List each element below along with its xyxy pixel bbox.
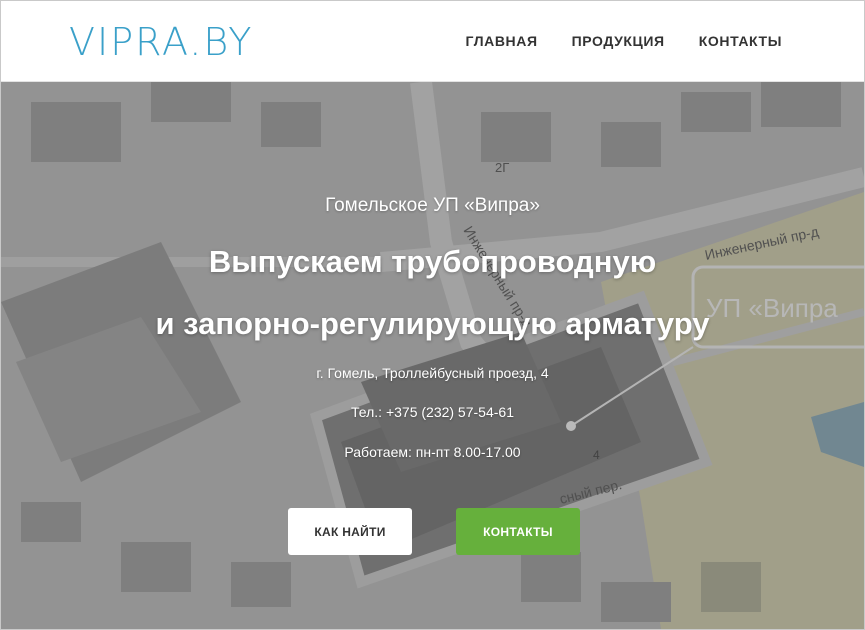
hero-hours: Работаем: пн-пт 8.00-17.00 [344,444,521,460]
hero-address: г. Гомель, Троллейбусный проезд, 4 [316,365,549,381]
browser-frame: VIPRA.BY ГЛАВНАЯ ПРОДУКЦИЯ КОНТАКТЫ Инже… [0,0,865,630]
main-nav: ГЛАВНАЯ ПРОДУКЦИЯ КОНТАКТЫ [466,33,782,49]
hero-headline-line1: Выпускаем трубопроводную [208,244,657,279]
hero-phone: Тел.: +375 (232) 57-54-61 [351,404,514,420]
hero-subtitle: Гомельское УП «Випра» [325,195,540,216]
contacts-button[interactable]: КОНТАКТЫ [456,508,580,555]
nav-products-link[interactable]: ПРОДУКЦИЯ [572,33,665,49]
site-logo[interactable]: VIPRA.BY [69,20,253,64]
hero-headline-line2: и запорно-регулирующую арматуру [155,306,710,341]
nav-contacts-link[interactable]: КОНТАКТЫ [699,33,782,49]
how-to-find-button[interactable]: КАК НАЙТИ [288,508,412,555]
hero-section: Гомельское УП «Випра» Выпускаем трубопро… [1,82,864,629]
site-header: VIPRA.BY ГЛАВНАЯ ПРОДУКЦИЯ КОНТАКТЫ [1,1,864,82]
nav-home-link[interactable]: ГЛАВНАЯ [466,33,538,49]
